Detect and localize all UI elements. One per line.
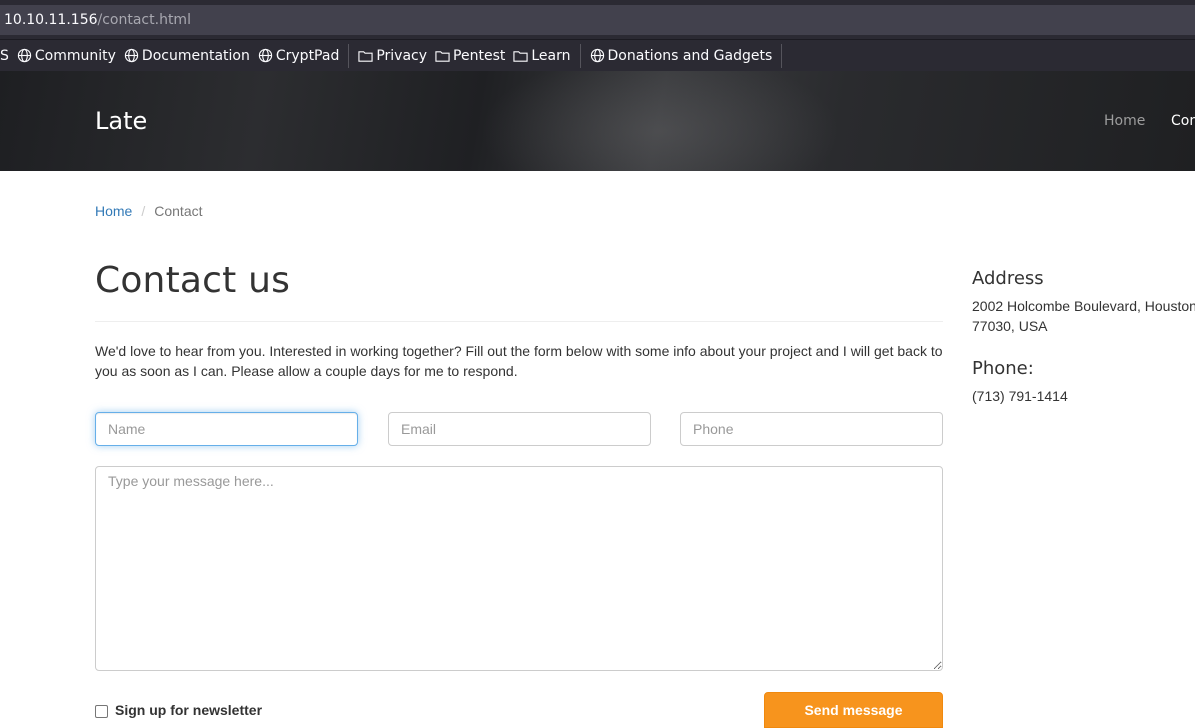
breadcrumb-home-link[interactable]: Home	[95, 203, 132, 219]
globe-icon	[590, 48, 604, 63]
bookmark-folder-privacy[interactable]: Privacy	[354, 40, 431, 71]
name-input[interactable]	[95, 412, 358, 446]
nav-home-link[interactable]: Home	[1104, 113, 1145, 129]
phone-input[interactable]	[680, 412, 943, 446]
bookmark-donations[interactable]: Donations and Gadgets	[586, 40, 777, 71]
folder-icon	[435, 50, 450, 62]
bookmark-cryptpad[interactable]: CryptPad	[254, 40, 343, 71]
email-input[interactable]	[388, 412, 651, 446]
bookmark-label: Donations and Gadgets	[607, 47, 773, 64]
url-field[interactable]: 10.10.11.156/contact.html	[0, 5, 1195, 35]
folder-icon	[513, 50, 528, 62]
url-host: 10.10.11.156	[4, 12, 98, 28]
bookmark-truncated[interactable]: S	[0, 40, 13, 71]
bookmark-label: Documentation	[141, 47, 250, 64]
globe-icon	[124, 48, 139, 63]
intro-line-2: you as soon as I can. Please allow a cou…	[95, 363, 518, 379]
bookmark-label: S	[0, 47, 9, 64]
address-heading: Address	[972, 268, 1044, 289]
nav-contact-link[interactable]: Con	[1171, 113, 1195, 129]
site-brand[interactable]: Late	[95, 107, 147, 135]
intro-text: We'd love to hear from you. Interested i…	[95, 341, 945, 381]
header-background-image	[480, 71, 840, 171]
breadcrumb-current: Contact	[154, 203, 203, 219]
breadcrumb-separator: /	[141, 203, 146, 219]
newsletter-option[interactable]: Sign up for newsletter	[95, 702, 262, 718]
bookmark-label: Community	[34, 47, 116, 64]
send-message-button[interactable]: Send message	[764, 692, 943, 728]
newsletter-label[interactable]: Sign up for newsletter	[115, 702, 262, 718]
newsletter-checkbox[interactable]	[95, 705, 108, 718]
bookmark-label: CryptPad	[275, 47, 340, 64]
globe-icon	[17, 48, 32, 63]
bookmark-separator	[781, 43, 783, 68]
breadcrumb: Home / Contact	[95, 203, 203, 219]
browser-url-bar: 10.10.11.156/contact.html	[0, 0, 1195, 40]
url-path: /contact.html	[97, 12, 191, 28]
page-title: Contact us	[95, 260, 291, 301]
bookmark-label: Privacy	[376, 47, 428, 64]
bookmarks-toolbar: S Community Documentation CryptPad Priva…	[0, 40, 1195, 71]
folder-icon	[358, 50, 373, 62]
address-text: 2002 Holcombe Boulevard, Houston 77030, …	[972, 296, 1195, 336]
bookmark-folder-learn[interactable]: Learn	[509, 40, 574, 71]
intro-line-1: We'd love to hear from you. Interested i…	[95, 343, 943, 359]
globe-icon	[258, 48, 273, 63]
bookmark-label: Learn	[531, 47, 571, 64]
phone-text: (713) 791-1414	[972, 388, 1068, 404]
bookmark-separator	[579, 43, 581, 68]
bookmark-folder-pentest[interactable]: Pentest	[431, 40, 509, 71]
phone-heading: Phone:	[972, 358, 1034, 379]
bookmark-community[interactable]: Community	[13, 40, 120, 71]
bookmark-separator	[348, 43, 350, 68]
address-line-1: 2002 Holcombe Boulevard, Houston	[972, 298, 1195, 314]
bookmark-documentation[interactable]: Documentation	[120, 40, 254, 71]
message-textarea[interactable]	[95, 466, 943, 671]
address-line-2: 77030, USA	[972, 318, 1048, 334]
site-header: Late Home Con	[0, 71, 1195, 171]
bookmark-label: Pentest	[453, 47, 506, 64]
title-divider	[95, 321, 943, 322]
